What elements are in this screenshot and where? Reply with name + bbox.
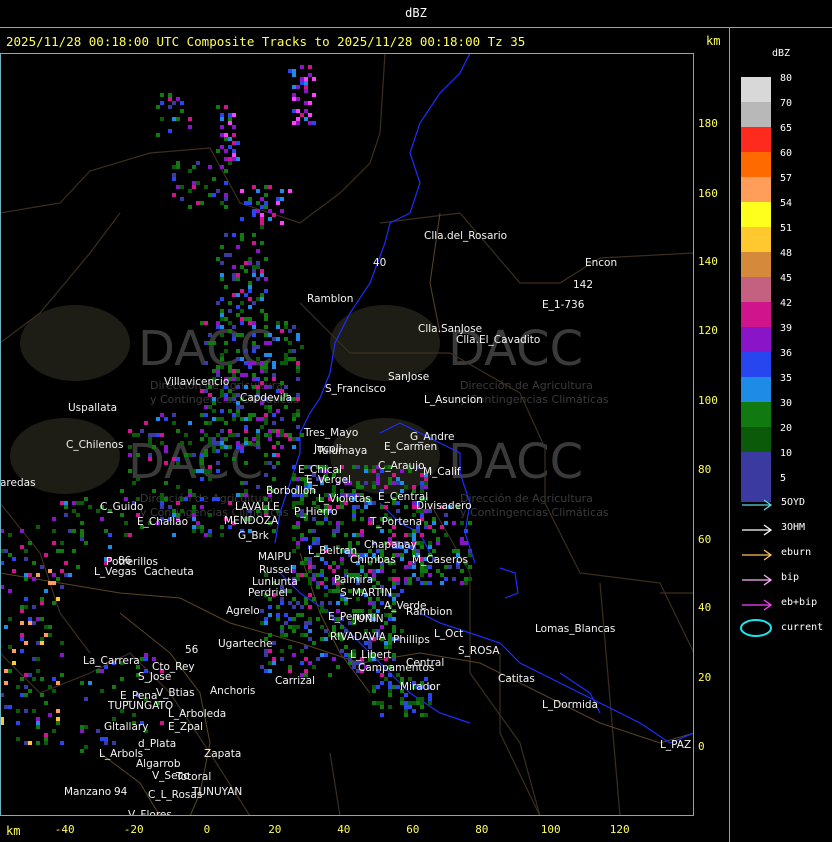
y-tick-label: 20 — [698, 671, 712, 684]
legend-label: 48 — [780, 248, 793, 259]
legend-swatch — [741, 402, 771, 427]
track-legend-label: eburn — [781, 547, 812, 558]
legend-label: 5 — [780, 473, 787, 484]
legend-label: 45 — [780, 273, 793, 284]
y-tick-label: 140 — [698, 255, 718, 268]
legend-label: 54 — [780, 198, 793, 209]
track-arrow-icon — [742, 574, 773, 586]
legend-swatch — [741, 77, 771, 102]
legend-label: 70 — [780, 98, 793, 109]
x-tick-label: 20 — [268, 823, 282, 836]
legend-label: 57 — [780, 173, 793, 184]
legend-label: 39 — [780, 323, 793, 334]
track-legend-item: current — [740, 619, 830, 637]
legend-swatch — [741, 327, 771, 352]
track-legend-label: bip — [781, 572, 800, 583]
legend-swatch — [741, 127, 771, 152]
legend-label: 36 — [780, 348, 793, 359]
window-title-bar: dBZ — [0, 0, 832, 28]
track-legend-label: 3OHM — [781, 522, 806, 533]
legend-swatch — [741, 377, 771, 402]
map-frame — [0, 53, 694, 816]
legend-swatch — [741, 302, 771, 327]
legend-label: 42 — [780, 298, 793, 309]
y-tick-label: 60 — [698, 533, 712, 546]
legend-divider — [729, 28, 730, 842]
y-tick-label: 100 — [698, 394, 718, 407]
track-arrow-icon — [742, 524, 773, 536]
x-tick-label: 0 — [203, 823, 211, 836]
track-arrow-icon — [742, 549, 773, 561]
legend-swatch — [741, 352, 771, 377]
x-tick-label: -20 — [123, 823, 144, 836]
y-axis-unit: km — [706, 34, 721, 48]
track-legend-item: eb+bip — [740, 597, 830, 611]
legend-label: 80 — [780, 73, 793, 84]
x-tick-label: 100 — [540, 823, 561, 836]
legend-label: 20 — [780, 423, 793, 434]
current-ellipse-icon — [740, 619, 772, 637]
y-tick-label: 160 — [698, 187, 718, 200]
track-arrow-icon — [742, 599, 773, 611]
track-arrow-icon — [742, 499, 773, 511]
map-header: 2025/11/28 00:18:00 UTC Composite Tracks… — [0, 28, 730, 53]
legend-swatch — [741, 452, 771, 477]
x-tick-label: 120 — [609, 823, 630, 836]
legend-swatch — [741, 202, 771, 227]
legend-label: 30 — [780, 398, 793, 409]
track-legend-item: bip — [740, 572, 830, 586]
legend-label: 10 — [780, 448, 793, 459]
legend-title: dBZ — [772, 48, 791, 59]
track-legend-label: eb+bip — [781, 597, 818, 608]
x-tick-label: -40 — [54, 823, 75, 836]
y-tick-label: 80 — [698, 463, 712, 476]
track-legend-label: current — [781, 622, 824, 633]
x-tick-label: 40 — [337, 823, 351, 836]
window-title: dBZ — [405, 6, 427, 20]
legend-label: 51 — [780, 223, 793, 234]
y-tick-label: 40 — [698, 601, 712, 614]
y-tick-label: 180 — [698, 117, 718, 130]
x-tick-label: 80 — [475, 823, 489, 836]
track-legend-item: 5OYD — [740, 497, 830, 511]
legend-swatch — [741, 277, 771, 302]
legend-swatch — [741, 102, 771, 127]
legend-label: 35 — [780, 373, 793, 384]
track-legend-item: eburn — [740, 547, 830, 561]
legend-swatch — [741, 152, 771, 177]
x-tick-label: 60 — [406, 823, 420, 836]
legend-label: 65 — [780, 123, 793, 134]
legend-label: 60 — [780, 148, 793, 159]
track-legend-label: 5OYD — [781, 497, 806, 508]
legend-swatch — [741, 427, 771, 452]
track-legend-item: 3OHM — [740, 522, 830, 536]
y-tick-label: 0 — [698, 740, 705, 753]
y-tick-label: 120 — [698, 324, 718, 337]
x-axis-unit: km — [6, 824, 21, 838]
legend-swatch — [741, 227, 771, 252]
legend-swatch — [741, 177, 771, 202]
legend-swatch — [741, 252, 771, 277]
map-title: 2025/11/28 00:18:00 UTC Composite Tracks… — [6, 34, 526, 49]
